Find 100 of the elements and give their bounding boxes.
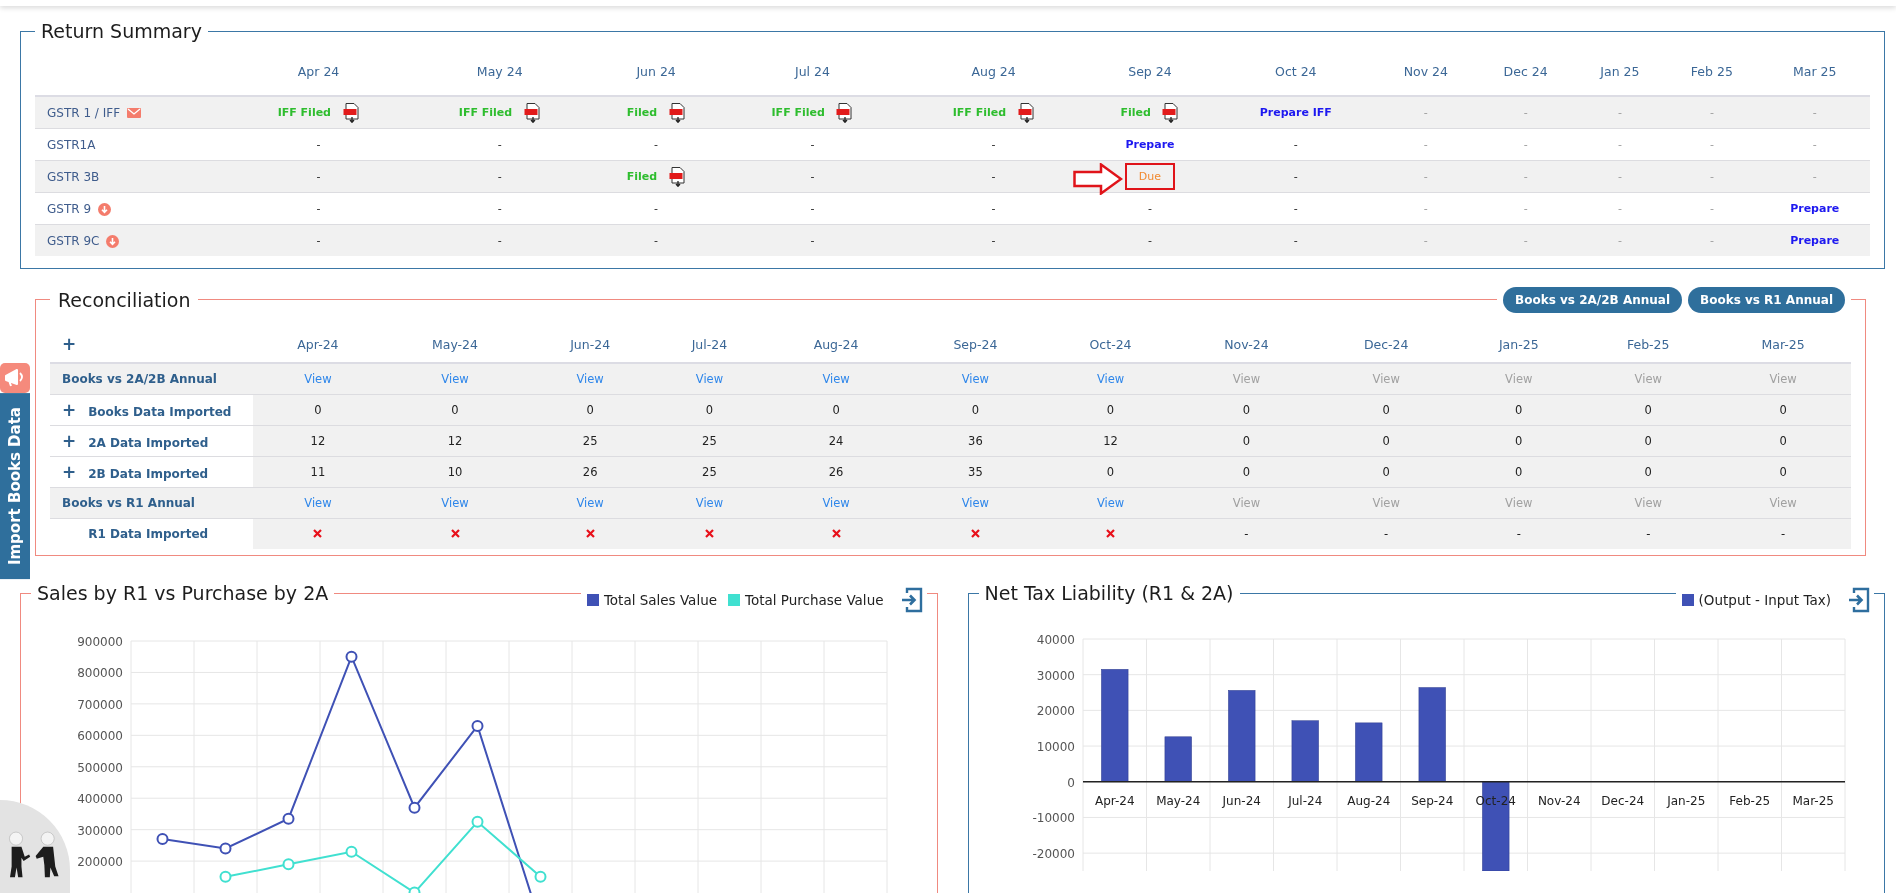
download-icon[interactable] xyxy=(106,234,120,248)
month-header: Feb 25 xyxy=(1690,63,1733,79)
return-name: GSTR 3B xyxy=(47,169,100,184)
data-point xyxy=(219,842,232,855)
month-header: Mar-25 xyxy=(1761,336,1805,352)
legend-label[interactable]: Total Purchase Value xyxy=(745,592,884,608)
download-icon[interactable] xyxy=(97,202,111,216)
empty-cell: - xyxy=(654,234,659,247)
month-header: May-24 xyxy=(432,336,479,352)
envelope-icon[interactable] xyxy=(126,108,141,118)
pdf-download-icon[interactable] xyxy=(342,102,360,123)
prepare-link[interactable]: Prepare xyxy=(1790,202,1840,215)
empty-cell: - xyxy=(1812,138,1817,151)
empty-cell: - xyxy=(1423,234,1428,247)
month-header: Mar 25 xyxy=(1792,63,1837,79)
status-link[interactable]: IFF Filed xyxy=(771,105,825,119)
data-point xyxy=(534,870,547,883)
arrow-icon xyxy=(1072,163,1123,195)
count-value: 0 xyxy=(1242,465,1251,479)
empty-cell: - xyxy=(810,138,815,151)
status-link[interactable]: IFF Filed xyxy=(277,105,331,119)
count-value: 0 xyxy=(1779,403,1787,417)
section-title: Reconciliation xyxy=(57,289,192,311)
status-link[interactable]: IFF Filed xyxy=(952,105,1007,119)
pdf-download-icon[interactable] xyxy=(668,166,686,187)
view-link[interactable]: View xyxy=(304,496,332,510)
pdf-download-icon[interactable] xyxy=(1162,102,1180,123)
view-link[interactable]: View xyxy=(822,372,850,386)
return-name: GSTR 9 xyxy=(47,201,92,216)
axis-tick-label: 20000 xyxy=(1036,704,1075,719)
prepare-link[interactable]: Prepare IFF xyxy=(1259,106,1332,119)
view-link[interactable]: View xyxy=(961,496,990,510)
month-header: Jul-24 xyxy=(691,336,728,352)
axis-category-label: Mar-25 xyxy=(1792,793,1834,808)
month-header: Dec-24 xyxy=(1363,336,1409,352)
expand-toggle[interactable]: + xyxy=(62,431,84,451)
pdf-download-icon[interactable] xyxy=(523,102,541,123)
data-point xyxy=(219,870,232,883)
prepare-link[interactable]: Prepare xyxy=(1790,234,1840,247)
import-books-data-tab[interactable]: Import Books Data xyxy=(0,393,30,580)
count-value: 0 xyxy=(1382,465,1390,479)
pdf-download-icon[interactable] xyxy=(836,102,854,123)
month-header: Feb-25 xyxy=(1626,336,1670,352)
empty-cell: - xyxy=(810,234,815,247)
pdf-download-icon[interactable] xyxy=(668,102,686,123)
cross-icon xyxy=(704,529,714,538)
due-status[interactable]: Due xyxy=(1124,163,1176,190)
view-link[interactable]: View xyxy=(576,372,604,386)
empty-cell: - xyxy=(1423,106,1428,119)
view-link[interactable]: View xyxy=(1096,372,1125,386)
report-button[interactable]: Books vs R1 Annual xyxy=(1688,287,1845,313)
count-value: 0 xyxy=(832,403,840,417)
axis-tick-label: 300000 xyxy=(77,823,123,838)
empty-cell: - xyxy=(1423,138,1428,151)
month-header: Sep-24 xyxy=(953,336,998,352)
view-link[interactable]: View xyxy=(822,496,850,510)
export-icon[interactable] xyxy=(1848,587,1870,613)
count-value: 12 xyxy=(310,434,326,448)
view-link[interactable]: View xyxy=(304,372,332,386)
axis-category-label: Nov-24 xyxy=(1537,793,1581,808)
axis-category-label: Feb-25 xyxy=(1728,793,1770,808)
legend-label[interactable]: Total Sales Value xyxy=(603,592,717,608)
empty-cell: - xyxy=(316,234,321,247)
cross-icon xyxy=(450,529,460,538)
status-link[interactable]: Filed xyxy=(626,169,658,183)
status-link[interactable]: Filed xyxy=(1120,105,1151,119)
empty-cell: - xyxy=(1423,170,1428,183)
count-value: - xyxy=(1516,527,1521,541)
count-value: 0 xyxy=(705,403,714,417)
expand-all-toggle[interactable]: + xyxy=(62,334,84,354)
view-link[interactable]: View xyxy=(695,372,724,386)
axis-category-label: Apr-24 xyxy=(1094,793,1135,808)
pdf-download-icon[interactable] xyxy=(1017,102,1035,123)
empty-cell: - xyxy=(1709,202,1714,215)
prepare-link[interactable]: Prepare xyxy=(1125,138,1175,151)
export-icon[interactable] xyxy=(900,587,923,613)
cross-icon xyxy=(585,529,595,538)
legend-swatch xyxy=(1681,594,1694,606)
axis-tick-label: 200000 xyxy=(77,855,123,870)
expand-toggle[interactable]: + xyxy=(62,462,84,482)
data-point xyxy=(471,815,484,828)
view-link[interactable]: View xyxy=(441,372,469,386)
view-link[interactable]: View xyxy=(695,496,724,510)
empty-cell: - xyxy=(1147,202,1152,215)
cross-icon xyxy=(970,529,980,538)
cross-icon xyxy=(831,529,841,538)
view-link[interactable]: View xyxy=(961,372,990,386)
count-value: 35 xyxy=(968,465,983,479)
count-value: 26 xyxy=(582,465,598,479)
empty-cell: - xyxy=(1293,138,1298,151)
status-link[interactable]: IFF Filed xyxy=(458,105,513,119)
report-button[interactable]: Books vs 2A/2B Annual xyxy=(1503,287,1682,313)
empty-cell: - xyxy=(316,170,321,183)
expand-toggle[interactable]: + xyxy=(62,400,84,420)
view-link[interactable]: View xyxy=(1096,496,1125,510)
legend-label[interactable]: (Output - Input Tax) xyxy=(1698,592,1831,608)
count-value: 0 xyxy=(1644,434,1652,448)
view-link[interactable]: View xyxy=(441,496,469,510)
view-link[interactable]: View xyxy=(576,496,604,510)
status-link[interactable]: Filed xyxy=(626,105,658,119)
